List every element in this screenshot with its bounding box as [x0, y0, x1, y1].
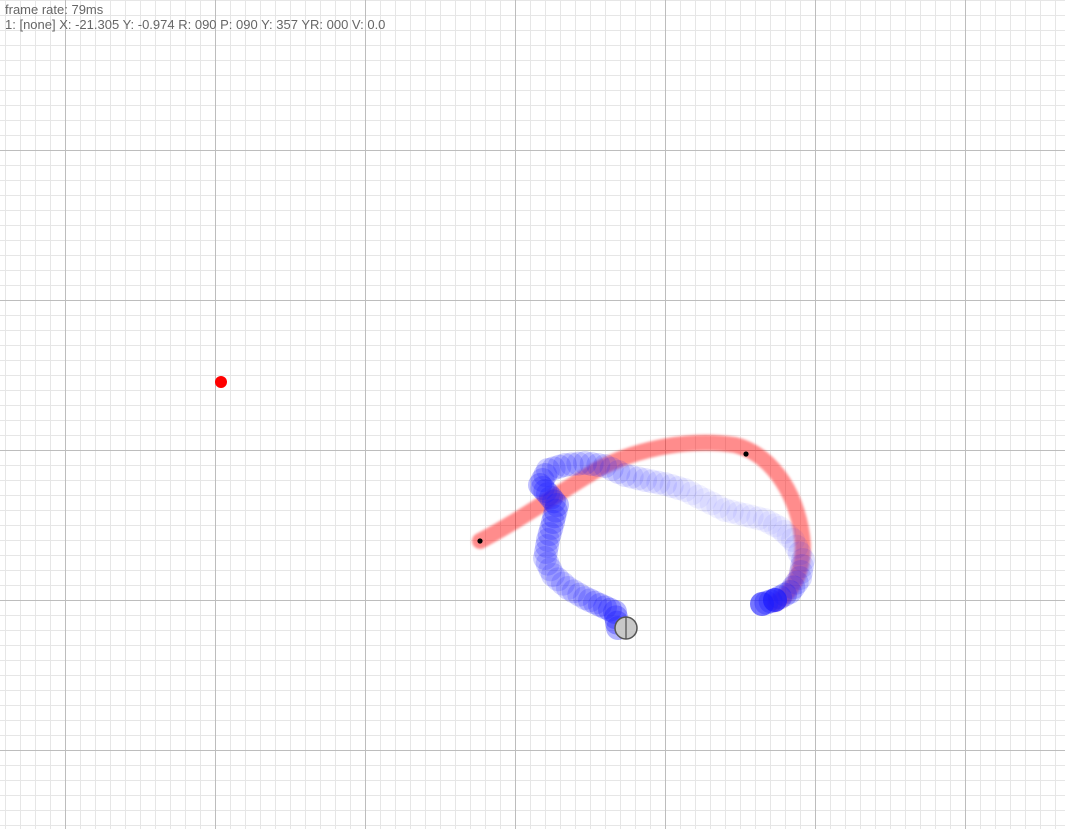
waypoint-marker-dot	[743, 451, 749, 457]
start-marker-dot	[477, 538, 483, 544]
simulation-canvas[interactable]	[0, 0, 1065, 829]
robot-status-readout: 1: [none] X: -21.305 Y: -0.974 R: 090 P:…	[5, 17, 386, 32]
frame-rate-label: frame rate: 79ms	[5, 2, 104, 17]
minor-grid	[0, 0, 1065, 829]
blue-trail-blob	[763, 588, 787, 612]
red-target-dot[interactable]	[215, 376, 227, 388]
robot-icon[interactable]	[614, 616, 638, 640]
